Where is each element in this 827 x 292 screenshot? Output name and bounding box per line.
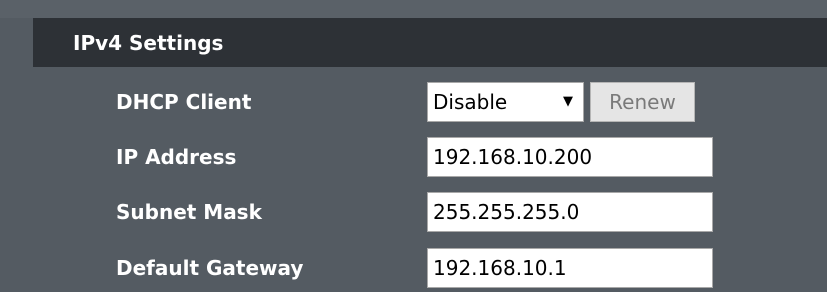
subnet-mask-field[interactable]: 255.255.255.0 xyxy=(427,192,713,232)
dhcp-client-value: Disable xyxy=(433,90,508,114)
ip-address-field[interactable]: 192.168.10.200 xyxy=(427,137,713,177)
section-header: IPv4 Settings xyxy=(33,18,827,67)
default-gateway-field[interactable]: 192.168.10.1 xyxy=(427,248,713,288)
section-title: IPv4 Settings xyxy=(73,30,224,55)
dhcp-client-label: DHCP Client xyxy=(116,90,252,114)
subnet-mask-row: Subnet Mask 255.255.255.0 xyxy=(0,192,827,232)
dhcp-client-select[interactable]: Disable ▼ xyxy=(427,82,584,122)
ipv4-settings-panel: IPv4 Settings DHCP Client Disable ▼ Rene… xyxy=(0,0,827,292)
dhcp-client-row: DHCP Client Disable ▼ Renew xyxy=(0,82,827,122)
top-strip xyxy=(0,0,827,18)
chevron-down-icon: ▼ xyxy=(563,94,573,109)
default-gateway-row: Default Gateway 192.168.10.1 xyxy=(0,248,827,288)
renew-button[interactable]: Renew xyxy=(590,82,695,122)
ip-address-row: IP Address 192.168.10.200 xyxy=(0,137,827,177)
default-gateway-label: Default Gateway xyxy=(116,256,304,280)
subnet-mask-label: Subnet Mask xyxy=(116,200,262,224)
ip-address-label: IP Address xyxy=(116,145,237,169)
